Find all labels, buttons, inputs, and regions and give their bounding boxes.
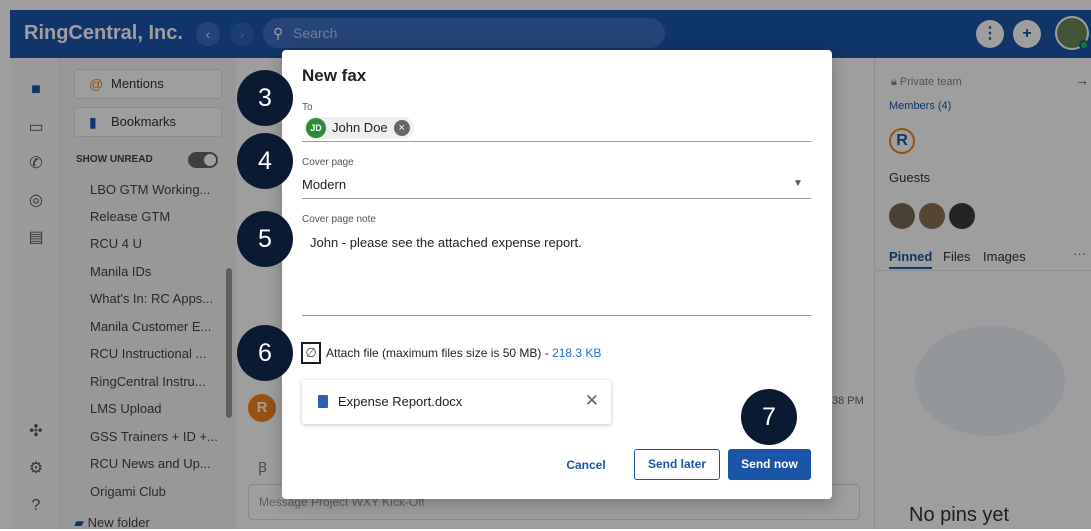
step-badge-4: 4 <box>237 133 293 189</box>
step-badge-7: 7 <box>741 389 797 445</box>
recipient-avatar: JD <box>306 118 326 138</box>
recipient-name: John Doe <box>332 120 388 135</box>
cover-page-label: Cover page <box>302 157 354 168</box>
attach-file-label: Attach file (maximum files size is 50 MB… <box>326 346 553 360</box>
attach-size: 218.3 KB <box>552 346 602 360</box>
cover-page-underline <box>302 198 811 199</box>
dialog-title: New fax <box>302 66 367 85</box>
paperclip-icon[interactable]: ∅ <box>301 342 321 364</box>
cover-note-underline <box>302 315 811 316</box>
step-badge-3: 3 <box>237 70 293 126</box>
attach-file-text: Attach file (maximum files size is 50 MB… <box>326 346 601 360</box>
cover-note-label: Cover page note <box>302 214 376 225</box>
send-now-button[interactable]: Send now <box>728 449 811 480</box>
attached-file-name: Expense Report.docx <box>338 394 463 409</box>
to-field-underline <box>302 141 811 142</box>
cover-note-textarea[interactable]: John - please see the attached expense r… <box>310 235 582 250</box>
cover-page-select[interactable]: Modern <box>302 177 346 192</box>
remove-recipient-icon[interactable]: × <box>393 120 410 136</box>
cancel-button[interactable]: Cancel <box>558 450 614 480</box>
step-badge-6: 6 <box>237 325 293 381</box>
to-label: To <box>302 102 313 113</box>
chevron-down-icon[interactable]: ▼ <box>793 178 803 189</box>
recipient-chip[interactable]: JD John Doe × <box>304 117 414 139</box>
document-icon <box>318 395 328 408</box>
step-badge-5: 5 <box>237 211 293 267</box>
send-later-button[interactable]: Send later <box>634 449 720 480</box>
attached-file-card: Expense Report.docx ✕ <box>302 380 611 424</box>
remove-file-icon[interactable]: ✕ <box>585 391 599 411</box>
